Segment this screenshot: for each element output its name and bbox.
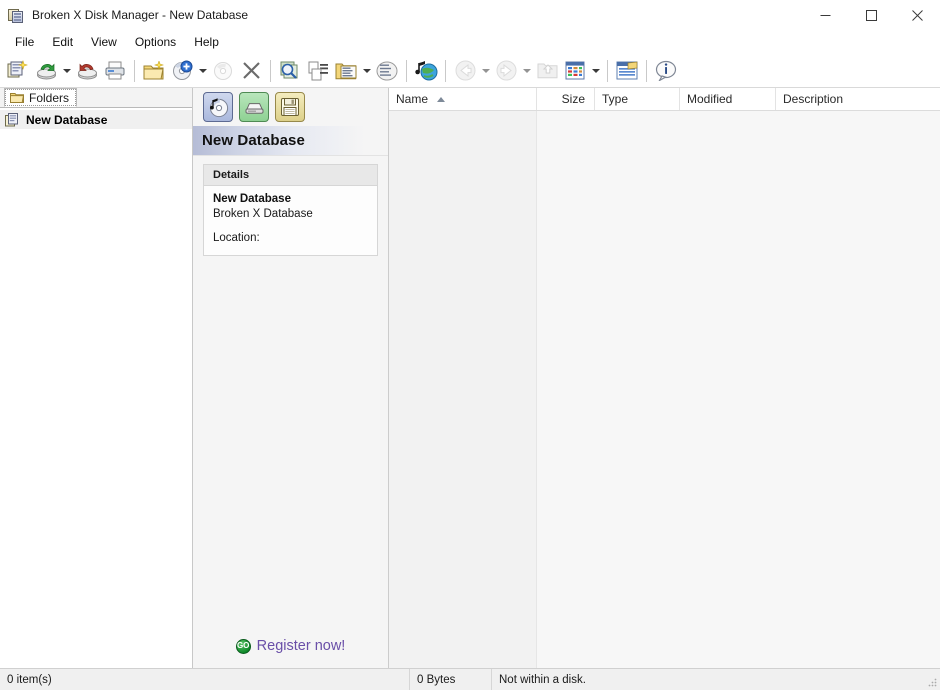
toolbar-separator bbox=[406, 59, 407, 82]
column-header-description-label: Description bbox=[783, 92, 844, 106]
view-details-icon[interactable] bbox=[561, 57, 589, 85]
list-empty-area bbox=[537, 111, 940, 668]
sort-ascending-icon bbox=[437, 96, 446, 102]
column-header-modified-label: Modified bbox=[687, 92, 733, 106]
new-folder-icon[interactable] bbox=[140, 57, 168, 85]
add-disk-icon[interactable] bbox=[168, 57, 196, 85]
tree-tab-strip: Folders bbox=[0, 88, 192, 108]
open-database-dropdown-icon[interactable] bbox=[60, 57, 73, 85]
list-column-header: Name Size Type Modified Description bbox=[389, 88, 940, 111]
details-location-label: Location: bbox=[213, 232, 260, 244]
tree-node-label: New Database bbox=[26, 112, 108, 127]
tree-node-new-database[interactable]: New Database bbox=[0, 110, 192, 129]
delete-x-icon[interactable] bbox=[237, 57, 265, 85]
column-header-description[interactable]: Description bbox=[776, 88, 940, 110]
column-header-size[interactable]: Size bbox=[537, 88, 595, 110]
details-type-value: Broken X Database bbox=[213, 208, 313, 220]
status-items-count: 0 item(s) bbox=[0, 669, 410, 690]
new-database-icon[interactable] bbox=[4, 57, 32, 85]
register-now-link[interactable]: Register now! bbox=[257, 638, 346, 654]
search-disk-icon[interactable] bbox=[276, 57, 304, 85]
details-spacer bbox=[193, 256, 388, 638]
menu-bar: File Edit View Options Help bbox=[0, 30, 940, 54]
tree-pane: Folders New Database bbox=[0, 88, 193, 668]
tab-folders[interactable]: Folders bbox=[4, 88, 78, 107]
column-header-type-label: Type bbox=[602, 92, 629, 106]
menu-options[interactable]: Options bbox=[126, 32, 185, 52]
report-icon[interactable] bbox=[613, 57, 641, 85]
details-card-body: New Database Broken X Database Location: bbox=[204, 186, 377, 255]
add-disk-dropdown-icon[interactable] bbox=[196, 57, 209, 85]
window-title: Broken X Disk Manager - New Database bbox=[32, 8, 249, 22]
back-dropdown-icon bbox=[479, 57, 492, 85]
menu-edit[interactable]: Edit bbox=[43, 32, 82, 52]
printer-icon[interactable] bbox=[101, 57, 129, 85]
forward-dropdown-icon bbox=[520, 57, 533, 85]
list-items-area[interactable] bbox=[389, 111, 940, 668]
menu-view[interactable]: View bbox=[82, 32, 126, 52]
list-items-icon[interactable] bbox=[373, 57, 401, 85]
main-body: Folders New Database New Database Detail… bbox=[0, 88, 940, 668]
back-arrow-icon bbox=[451, 57, 479, 85]
view-mode-dropdown-icon[interactable] bbox=[589, 57, 602, 85]
go-icon: GO bbox=[235, 638, 251, 654]
app-window-icon bbox=[8, 7, 24, 23]
details-name-value: New Database bbox=[213, 193, 291, 205]
list-name-column-background bbox=[389, 111, 537, 668]
toolbar-separator bbox=[607, 59, 608, 82]
hard-drive-icon[interactable] bbox=[239, 92, 269, 122]
column-header-modified[interactable]: Modified bbox=[680, 88, 776, 110]
details-card-title: Details bbox=[204, 165, 377, 186]
status-bytes: 0 Bytes bbox=[410, 669, 492, 690]
up-folder-icon bbox=[533, 57, 561, 85]
toolbar bbox=[0, 54, 940, 88]
info-icon[interactable] bbox=[652, 57, 680, 85]
list-folders-dropdown-icon[interactable] bbox=[360, 57, 373, 85]
forward-arrow-icon bbox=[492, 57, 520, 85]
toolbar-separator bbox=[445, 59, 446, 82]
status-disk-info: Not within a disk. bbox=[499, 673, 586, 686]
open-database-icon[interactable] bbox=[32, 57, 60, 85]
menu-file[interactable]: File bbox=[6, 32, 43, 52]
rescan-disk-icon bbox=[209, 57, 237, 85]
maximize-icon[interactable] bbox=[848, 0, 894, 30]
menu-help[interactable]: Help bbox=[185, 32, 228, 52]
resize-grip-icon[interactable] bbox=[926, 676, 938, 688]
application-window: Broken X Disk Manager - New Database Fil… bbox=[0, 0, 940, 690]
toolbar-separator bbox=[270, 59, 271, 82]
close-icon[interactable] bbox=[894, 0, 940, 30]
column-header-name[interactable]: Name bbox=[389, 88, 537, 110]
title-bar: Broken X Disk Manager - New Database bbox=[0, 0, 940, 30]
window-controls bbox=[802, 0, 940, 30]
properties-icon[interactable] bbox=[304, 57, 332, 85]
minimize-icon[interactable] bbox=[802, 0, 848, 30]
database-icon bbox=[5, 112, 21, 127]
list-pane: Name Size Type Modified Description bbox=[389, 88, 940, 668]
column-header-name-label: Name bbox=[396, 92, 429, 106]
floppy-disk-icon[interactable] bbox=[275, 92, 305, 122]
tab-folders-label: Folders bbox=[29, 90, 70, 105]
status-bar: 0 item(s) 0 Bytes Not within a disk. bbox=[0, 668, 940, 690]
web-media-icon[interactable] bbox=[412, 57, 440, 85]
details-card: Details New Database Broken X Database L… bbox=[203, 164, 378, 256]
details-tab-strip bbox=[193, 88, 388, 126]
folder-icon bbox=[10, 92, 25, 103]
details-pane: New Database Details New Database Broken… bbox=[193, 88, 389, 668]
toolbar-separator bbox=[134, 59, 135, 82]
column-header-size-label: Size bbox=[561, 92, 585, 106]
cd-music-icon[interactable] bbox=[203, 92, 233, 122]
column-header-type[interactable]: Type bbox=[595, 88, 680, 110]
register-now-row[interactable]: GO Register now! bbox=[193, 638, 388, 668]
save-database-icon[interactable] bbox=[73, 57, 101, 85]
toolbar-separator bbox=[646, 59, 647, 82]
details-header-title: New Database bbox=[193, 126, 388, 156]
tree-body: New Database bbox=[0, 108, 192, 668]
list-folders-icon[interactable] bbox=[332, 57, 360, 85]
